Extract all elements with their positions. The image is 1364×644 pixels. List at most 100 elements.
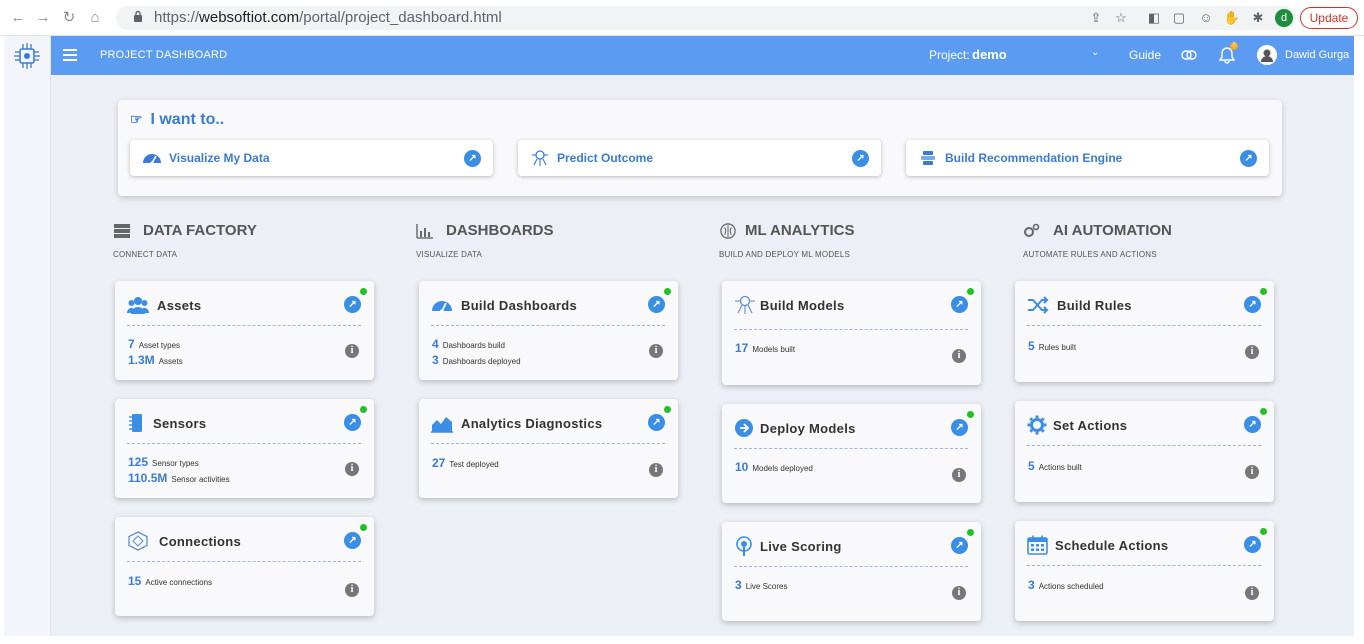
button-label: Visualize My Data — [169, 151, 270, 165]
section-title: AI AUTOMATION — [1053, 222, 1172, 239]
divider — [127, 561, 361, 562]
recommendation-engine-icon — [921, 151, 935, 165]
user-name[interactable]: Dawid Gurga — [1285, 49, 1349, 61]
connections-card[interactable]: Connections ↗ 15 Active connections i — [115, 517, 374, 616]
info-icon[interactable]: i — [345, 344, 359, 358]
info-icon[interactable]: i — [1245, 345, 1259, 359]
shuffle-icon — [1028, 296, 1049, 314]
arrow-icon[interactable]: ↗ — [951, 296, 968, 313]
card-title: Connections — [159, 534, 242, 549]
info-icon[interactable]: i — [649, 463, 663, 477]
project-select[interactable]: demo — [972, 47, 1007, 62]
extension-face-icon[interactable]: ☺ — [1197, 9, 1215, 27]
arrow-icon[interactable]: ↗ — [464, 150, 481, 167]
divider — [127, 325, 361, 326]
update-button[interactable]: Update — [1300, 7, 1358, 29]
arrow-icon[interactable]: ↗ — [1240, 150, 1257, 167]
arrow-icon[interactable]: ↗ — [951, 537, 968, 554]
extension-hand-icon[interactable]: ✋ — [1223, 9, 1241, 27]
live-scoring-card[interactable]: Live Scoring ↗ 3 Live Scores i — [722, 522, 981, 621]
page-title: PROJECT DASHBOARD — [100, 49, 228, 61]
divider — [1027, 325, 1261, 326]
info-icon[interactable]: i — [952, 586, 966, 600]
forward-icon[interactable]: → — [33, 8, 53, 28]
predict-outcome-button[interactable]: Predict Outcome ↗ — [518, 140, 881, 176]
extension-box-icon[interactable]: ▢ — [1170, 9, 1188, 27]
status-dot — [1260, 288, 1267, 295]
back-icon[interactable]: ← — [8, 8, 28, 28]
speedometer-icon — [143, 154, 161, 165]
stat-row: 110.5M Sensor activities — [128, 471, 230, 485]
analytics-diagnostics-card[interactable]: Analytics Diagnostics ↗ 27 Test deployed … — [419, 399, 678, 498]
card-title: Sensors — [153, 416, 207, 431]
divider — [1027, 565, 1261, 566]
arrow-icon[interactable]: ↗ — [1244, 416, 1261, 433]
thumbs-up-icon: ☞ — [130, 111, 143, 127]
share-icon[interactable]: ⇪ — [1087, 9, 1105, 27]
status-dot — [664, 288, 671, 295]
set-actions-card[interactable]: Set Actions ↗ 5 Actions built i — [1015, 401, 1274, 502]
card-title: Build Models — [760, 298, 845, 313]
arrow-icon[interactable]: ↗ — [1244, 536, 1261, 553]
project-label: Project: — [929, 48, 970, 62]
info-icon[interactable]: i — [952, 468, 966, 482]
arrow-icon[interactable]: ↗ — [648, 296, 665, 313]
info-icon[interactable]: i — [345, 462, 359, 476]
build-recommendation-engine-button[interactable]: Build Recommendation Engine ↗ — [906, 140, 1269, 176]
schedule-actions-card[interactable]: Schedule Actions ↗ 3 Actions scheduled i — [1015, 521, 1274, 621]
broadcast-icon — [736, 536, 752, 556]
arrow-icon[interactable]: ↗ — [852, 150, 869, 167]
puzzle-icon[interactable]: ✱ — [1249, 9, 1267, 27]
info-icon[interactable]: i — [1245, 586, 1259, 600]
hexagon-network-icon — [128, 531, 148, 551]
bookmark-star-icon[interactable]: ☆ — [1112, 9, 1130, 27]
stat-row: 27 Test deployed — [432, 456, 499, 470]
top-bar: PROJECT DASHBOARD Project: demo ⌄ Guide … — [51, 36, 1354, 75]
status-dot — [664, 406, 671, 413]
profile-avatar[interactable]: d — [1275, 9, 1293, 27]
divider — [734, 448, 968, 449]
home-icon[interactable]: ⌂ — [85, 8, 105, 28]
card-title: Schedule Actions — [1055, 538, 1169, 553]
deploy-models-card[interactable]: Deploy Models ↗ 10 Models deployed i — [722, 404, 981, 503]
arrow-icon[interactable]: ↗ — [648, 414, 665, 431]
lock-icon[interactable] — [130, 10, 146, 26]
arrow-icon[interactable]: ↗ — [1244, 296, 1261, 313]
arrow-icon[interactable]: ↗ — [344, 414, 361, 431]
avatar[interactable] — [1257, 45, 1277, 65]
browser-chrome: ← → ↻ ⌂ https://websoftiot.com/portal/pr… — [0, 0, 1364, 36]
info-icon[interactable]: i — [649, 344, 663, 358]
extension-icon[interactable]: ◧ — [1145, 9, 1163, 27]
divider — [127, 443, 361, 444]
chevron-down-icon[interactable]: ⌄ — [1091, 47, 1099, 58]
card-title: Assets — [157, 298, 202, 313]
stat-row: 5 Rules built — [1028, 339, 1077, 353]
card-title: Build Rules — [1057, 298, 1132, 313]
stat-row: 3 Actions scheduled — [1028, 578, 1104, 592]
info-icon[interactable]: i — [1245, 465, 1259, 479]
assets-card[interactable]: Assets ↗ 7 Asset types 1.3M Assets i — [115, 281, 374, 380]
arrow-icon[interactable]: ↗ — [344, 296, 361, 313]
brain-network-icon — [532, 150, 548, 166]
arrow-icon[interactable]: ↗ — [344, 532, 361, 549]
build-models-card[interactable]: Build Models ↗ 17 Models built i — [722, 281, 981, 385]
divider — [734, 566, 968, 567]
visualize-my-data-button[interactable]: Visualize My Data ↗ — [130, 140, 493, 176]
build-dashboards-card[interactable]: Build Dashboards ↗ 4 Dashboards build 3 Da… — [419, 281, 678, 380]
reload-icon[interactable]: ↻ — [59, 8, 79, 28]
guide-link[interactable]: Guide — [1129, 48, 1161, 62]
url-text[interactable]: https://websoftiot.com/portal/project_da… — [154, 9, 502, 26]
menu-icon[interactable] — [63, 49, 77, 61]
chip-logo-icon[interactable] — [11, 40, 43, 72]
stat-row: 15 Active connections — [128, 574, 213, 588]
build-rules-card[interactable]: Build Rules ↗ 5 Rules built i — [1015, 281, 1274, 382]
info-icon[interactable]: i — [345, 583, 359, 597]
link-icon[interactable] — [1181, 48, 1197, 62]
stat-row: 3 Live Scores — [735, 578, 788, 592]
arrow-icon[interactable]: ↗ — [951, 419, 968, 436]
server-icon — [114, 224, 130, 238]
info-icon[interactable]: i — [952, 349, 966, 363]
card-title: Live Scoring — [760, 539, 842, 554]
sensors-card[interactable]: Sensors ↗ 125 Sensor types 110.5M Sensor a… — [115, 399, 374, 498]
card-title: Set Actions — [1053, 418, 1128, 433]
